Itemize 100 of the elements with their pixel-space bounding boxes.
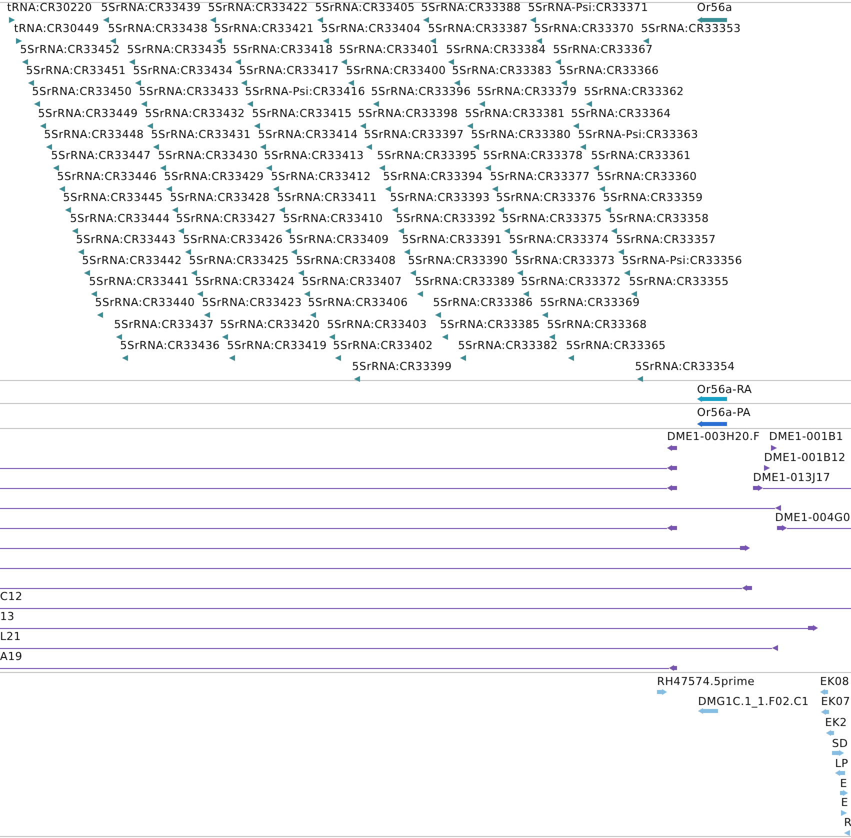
feature-label: 5SrRNA:CR33448 — [44, 128, 144, 141]
feature-label: 5SrRNA-Psi:CR33416 — [245, 85, 366, 98]
feature-label: 5SrRNA:CR33436 — [120, 338, 220, 352]
feature-label: 5SrRNA:CR33411 — [277, 190, 377, 204]
feature-label: 5SrRNA:CR33395 — [377, 148, 477, 162]
feature-label: 5SrRNA:CR33366 — [559, 64, 659, 78]
feature-label: 5SrRNA:CR33421 — [214, 22, 314, 36]
feature-label: 5SrRNA:CR33359 — [603, 190, 703, 204]
feature-label: 5SrRNA:CR33388 — [421, 1, 521, 14]
feature-label: 5SrRNA:CR33409 — [289, 233, 389, 246]
feature-label: 5SrRNA:CR33444 — [70, 212, 170, 225]
feature-label: 5SrRNA:CR33355 — [629, 275, 729, 288]
feature-label: 5SrRNA:CR33379 — [477, 85, 577, 98]
feature-label: 5SrRNA-Psi:CR33371 — [528, 1, 648, 14]
feature-label: 5SrRNA:CR33430 — [158, 148, 258, 162]
feature-label: 5SrRNA:CR33446 — [57, 170, 157, 183]
feature-label: 5SrRNA:CR33376 — [496, 190, 596, 204]
feature-label: 5SrRNA:CR33408 — [296, 254, 396, 268]
feature-label: EK07 — [821, 695, 850, 708]
feature-label: 5SrRNA-Psi:CR33363 — [578, 128, 698, 141]
feature-label: 5SrRNA:CR33452 — [20, 43, 120, 56]
feature-label: 5SrRNA:CR33399 — [352, 360, 452, 373]
feature-label: DME1-004G0 — [775, 511, 850, 524]
feature-label: 5SrRNA:CR33434 — [133, 64, 233, 78]
feature-label: 5SrRNA:CR33401 — [339, 43, 439, 56]
feature-label: 5SrRNA:CR33445 — [63, 190, 163, 204]
feature-label: 5SrRNA:CR33410 — [283, 212, 383, 225]
feature-label: 5SrRNA:CR33368 — [547, 318, 647, 330]
feature-label: 5SrRNA:CR33398 — [358, 106, 458, 120]
feature-label: DME1-003H20.F — [667, 430, 760, 443]
feature-label: 5SrRNA:CR33396 — [371, 85, 471, 98]
feature-label: 5SrRNA:CR33432 — [145, 106, 245, 120]
feature-label: DME1-001B1 — [769, 430, 844, 443]
feature-label: 5SrRNA:CR33370 — [534, 22, 634, 36]
feature-label: 5SrRNA:CR33394 — [383, 170, 483, 183]
feature-label: 5SrRNA:CR33353 — [641, 22, 741, 36]
feature-label: 5SrRNA:CR33405 — [315, 1, 415, 14]
feature-label: 5SrRNA:CR33407 — [302, 275, 402, 288]
feature-label: 5SrRNA:CR33414 — [258, 128, 358, 141]
feature-label: 5SrRNA:CR33423 — [202, 296, 302, 310]
feature-label: 5SrRNA:CR33428 — [170, 190, 270, 204]
feature-label: 5SrRNA:CR33362 — [584, 85, 684, 98]
feature-label: 5SrRNA:CR33449 — [38, 106, 138, 120]
feature-label: 5SrRNA:CR33427 — [176, 212, 276, 225]
feature-label: LP — [835, 757, 848, 770]
feature-label: 5SrRNA:CR33381 — [465, 106, 565, 120]
feature-label: 5SrRNA:CR33382 — [458, 338, 558, 352]
feature-label: 5SrRNA:CR33438 — [108, 22, 208, 36]
feature-label: A19 — [0, 650, 22, 663]
feature-label: 5SrRNA:CR33442 — [82, 254, 182, 268]
feature-label: 5SrRNA:CR33354 — [635, 360, 735, 373]
feature-label: 5SrRNA:CR33390 — [408, 254, 508, 268]
feature-label: 5SrRNA:CR33435 — [127, 43, 227, 56]
feature-label: 5SrRNA:CR33375 — [502, 212, 602, 225]
feature-label: 5SrRNA:CR33406 — [308, 296, 408, 310]
feature-label: 5SrRNA:CR33400 — [346, 64, 446, 78]
feature-label: 5SrRNA:CR33377 — [490, 170, 590, 183]
feature-label: C12 — [0, 590, 23, 603]
feature-label: 5SrRNA:CR33422 — [208, 1, 308, 14]
feature-label: 5SrRNA:CR33397 — [364, 128, 464, 141]
feature-label: 5SrRNA:CR33402 — [333, 338, 433, 352]
feature-label: tRNA:CR30220 — [7, 1, 92, 14]
feature-label: 5SrRNA:CR33439 — [101, 1, 201, 14]
feature-label: 5SrRNA:CR33360 — [597, 170, 697, 183]
feature-label: 5SrRNA:CR33374 — [509, 233, 609, 246]
feature-label: tRNA:CR30449 — [14, 22, 100, 36]
feature-label: 5SrRNA:CR33373 — [515, 254, 615, 268]
feature-label: Or56a-RA — [697, 383, 752, 396]
feature-label: 5SrRNA:CR33380 — [471, 128, 571, 141]
feature-label: DMG1C.1_1.F02.C1 — [698, 695, 809, 708]
feature-label: E — [840, 777, 848, 790]
feature-label: 5SrRNA:CR33383 — [452, 64, 552, 78]
feature-label: EK08 — [820, 675, 850, 688]
feature-label: 5SrRNA-Psi:CR33356 — [622, 254, 742, 268]
feature-label: 5SrRNA:CR33431 — [151, 128, 251, 141]
feature-label: 5SrRNA:CR33415 — [252, 106, 352, 120]
feature-label: 5SrRNA:CR33378 — [483, 148, 583, 162]
feature-label: 5SrRNA:CR33386 — [433, 296, 533, 310]
feature-label: EK2 — [825, 716, 848, 729]
feature-label: 5SrRNA:CR33365 — [566, 338, 666, 352]
feature-label: 5SrRNA:CR33412 — [271, 170, 371, 183]
feature-label: 5SrRNA:CR33392 — [396, 212, 496, 225]
feature-label: 5SrRNA:CR33384 — [446, 43, 546, 56]
feature-label: 5SrRNA:CR33426 — [183, 233, 283, 246]
feature-label: 5SrRNA:CR33391 — [402, 233, 502, 246]
feature-label: 5SrRNA:CR33450 — [32, 85, 132, 98]
feature-label: 5SrRNA:CR33433 — [139, 85, 239, 98]
feature-label: DME1-013J17 — [753, 471, 830, 484]
feature-label: SD — [832, 737, 848, 750]
feature-label: 5SrRNA:CR33443 — [76, 233, 176, 246]
feature-label: 5SrRNA:CR33393 — [390, 190, 490, 204]
feature-label: RH47574.5prime — [657, 675, 755, 688]
feature-label: Or56a-PA — [697, 406, 751, 419]
feature-label: E — [841, 796, 848, 809]
feature-label: 5SrRNA:CR33389 — [415, 275, 515, 288]
feature-label: 5SrRNA:CR33429 — [164, 170, 264, 183]
feature-label: 5SrRNA:CR33387 — [428, 22, 528, 36]
feature-label: 5SrRNA:CR33369 — [540, 296, 640, 310]
feature-label: DME1-001B12 — [764, 451, 846, 464]
feature-label: 5SrRNA:CR33404 — [321, 22, 421, 36]
